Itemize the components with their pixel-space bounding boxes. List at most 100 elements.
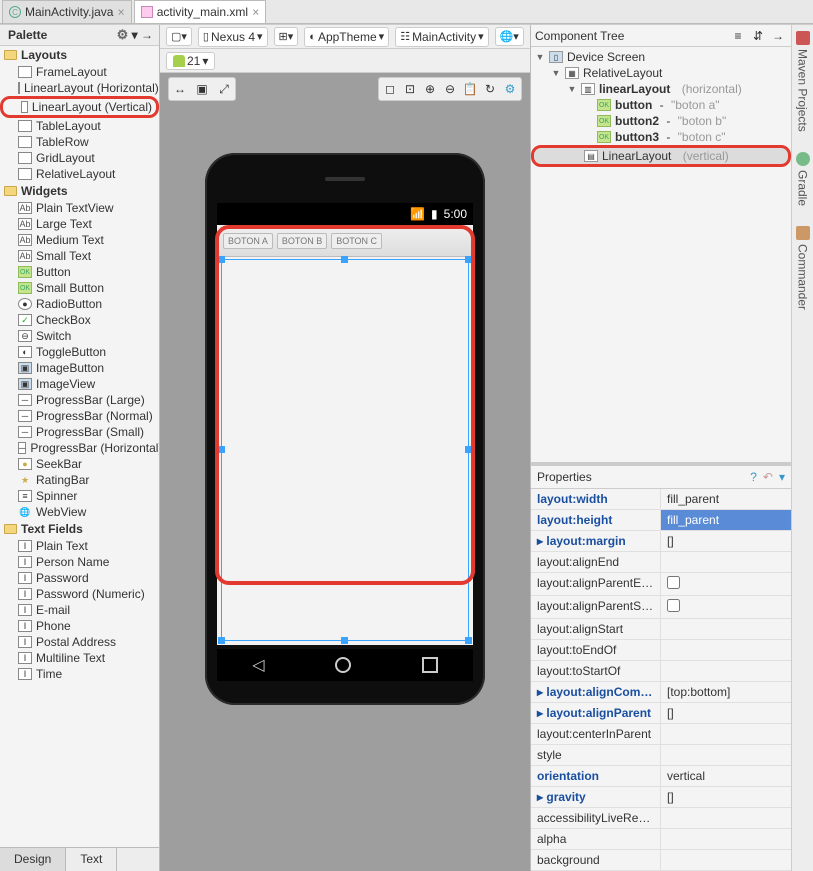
clipboard-icon[interactable]: 📋 <box>461 80 479 98</box>
property-value[interactable]: [top:bottom] <box>661 682 791 703</box>
locale-button[interactable]: 🌐▾ <box>495 27 524 46</box>
config-button[interactable]: ⊞▾ <box>274 27 299 46</box>
property-value[interactable] <box>661 619 791 640</box>
property-key[interactable]: ▸ layout:alignParent <box>531 703 661 724</box>
orientation-button[interactable]: ▢▾ <box>166 27 192 46</box>
palette-item[interactable]: ★RatingBar <box>0 472 159 488</box>
palette-item[interactable]: ≡Spinner <box>0 488 159 504</box>
tree-node-linearlayout-vertical[interactable]: ▤LinearLayout (vertical) <box>531 145 791 167</box>
palette-item[interactable]: ─ProgressBar (Horizontal) <box>0 440 159 456</box>
device-selector[interactable]: ▯ Nexus 4 ▾ <box>198 27 268 47</box>
resize-handle[interactable] <box>218 637 225 644</box>
palette-item[interactable]: ✓CheckBox <box>0 312 159 328</box>
property-checkbox[interactable] <box>667 576 680 589</box>
filter-icon[interactable]: ▾ <box>779 470 785 484</box>
palette-item-linearlayout-horizontal[interactable]: LinearLayout (Horizontal) <box>0 80 159 96</box>
section-layouts[interactable]: Layouts <box>0 46 159 64</box>
property-key[interactable]: layout:width <box>531 489 661 510</box>
property-value[interactable]: [] <box>661 531 791 552</box>
palette-item[interactable]: OKSmall Button <box>0 280 159 296</box>
tree-node-relativelayout[interactable]: ▼▦RelativeLayout <box>531 65 791 81</box>
property-checkbox[interactable] <box>667 599 680 612</box>
gear-icon[interactable]: ⚙ <box>117 27 129 42</box>
palette-item[interactable]: 🌐WebView <box>0 504 159 520</box>
tab-mainactivity[interactable]: C MainActivity.java × <box>2 0 132 23</box>
select-tool-icon[interactable]: ▣ <box>193 80 211 98</box>
resize-handle[interactable] <box>465 637 472 644</box>
palette-item-tablerow[interactable]: TableRow <box>0 134 159 150</box>
palette-item[interactable]: AbLarge Text <box>0 216 159 232</box>
section-widgets[interactable]: Widgets <box>0 182 159 200</box>
palette-item-tablelayout[interactable]: TableLayout <box>0 118 159 134</box>
property-value[interactable] <box>661 808 791 829</box>
property-key[interactable]: ▸ layout:alignComponent <box>531 682 661 703</box>
section-textfields[interactable]: Text Fields <box>0 520 159 538</box>
property-key[interactable]: accessibilityLiveRegion <box>531 808 661 829</box>
palette-item[interactable]: ─ProgressBar (Small) <box>0 424 159 440</box>
settings-gear-icon[interactable]: ⚙ <box>501 80 519 98</box>
tree-node-button[interactable]: OKbutton - "boton a" <box>531 97 791 113</box>
collapse-all-icon[interactable]: ⇵ <box>749 27 767 45</box>
palette-item-gridlayout[interactable]: GridLayout <box>0 150 159 166</box>
close-icon[interactable]: × <box>117 5 124 19</box>
palette-item[interactable]: IPhone <box>0 618 159 634</box>
property-key[interactable]: layout:toEndOf <box>531 640 661 661</box>
maven-tool-button[interactable]: Maven Projects <box>796 31 810 132</box>
help-icon[interactable]: ? <box>750 470 757 484</box>
palette-item[interactable]: ⊖Switch <box>0 328 159 344</box>
back-icon[interactable]: ◁ <box>252 655 264 675</box>
palette-item[interactable]: ◐ToggleButton <box>0 344 159 360</box>
tab-design[interactable]: Design <box>0 848 66 871</box>
activity-selector[interactable]: ☷ MainActivity ▾ <box>395 27 488 47</box>
hide-icon[interactable]: → <box>769 27 787 45</box>
palette-tree[interactable]: Layouts FrameLayout LinearLayout (Horizo… <box>0 46 159 847</box>
palette-item[interactable]: ITime <box>0 666 159 682</box>
palette-item[interactable]: IE-mail <box>0 602 159 618</box>
palette-item[interactable]: OKButton <box>0 264 159 280</box>
tree-node-device-screen[interactable]: ▼▯Device Screen <box>531 49 791 65</box>
palette-item[interactable]: ▣ImageView <box>0 376 159 392</box>
component-tree[interactable]: ▼▯Device Screen ▼▦RelativeLayout ▼▥linea… <box>531 47 791 462</box>
property-value[interactable] <box>661 829 791 850</box>
palette-item[interactable]: ●RadioButton <box>0 296 159 312</box>
palette-item[interactable]: ─ProgressBar (Normal) <box>0 408 159 424</box>
palette-item[interactable]: IPassword <box>0 570 159 586</box>
property-value[interactable]: [] <box>661 787 791 808</box>
property-key[interactable]: background <box>531 850 661 871</box>
gradle-tool-button[interactable]: Gradle <box>796 152 810 206</box>
property-value[interactable] <box>661 724 791 745</box>
property-key[interactable]: orientation <box>531 766 661 787</box>
zoom-fit-icon[interactable]: ◻ <box>381 80 399 98</box>
property-value[interactable] <box>661 552 791 573</box>
tree-node-linearlayout-horizontal[interactable]: ▼▥linearLayout (horizontal) <box>531 81 791 97</box>
property-value[interactable]: fill_parent <box>661 510 791 531</box>
palette-item[interactable]: AbPlain TextView <box>0 200 159 216</box>
commander-tool-button[interactable]: Commander <box>796 226 810 310</box>
palette-item[interactable]: ▣ImageButton <box>0 360 159 376</box>
property-key[interactable]: layout:toStartOf <box>531 661 661 682</box>
resize-handle[interactable] <box>341 637 348 644</box>
palette-item-framelayout[interactable]: FrameLayout <box>0 64 159 80</box>
close-icon[interactable]: × <box>252 5 259 19</box>
zoom-actual-icon[interactable]: ⊡ <box>401 80 419 98</box>
property-key[interactable]: layout:alignEnd <box>531 552 661 573</box>
property-value[interactable] <box>661 596 791 619</box>
palette-item[interactable]: IPassword (Numeric) <box>0 586 159 602</box>
undo-icon[interactable]: ↶ <box>763 470 773 484</box>
tab-text[interactable]: Text <box>66 848 117 871</box>
palette-item[interactable]: IPerson Name <box>0 554 159 570</box>
expand-tool-icon[interactable]: ⤢ <box>215 80 233 98</box>
design-canvas[interactable]: ↔ ▣ ⤢ ◻ ⊡ ⊕ ⊖ 📋 ↻ ⚙ 📶 ▮ 5:00 <box>160 73 530 871</box>
properties-grid[interactable]: layout:widthfill_parent layout:heightfil… <box>531 489 791 871</box>
property-key[interactable]: style <box>531 745 661 766</box>
palette-item[interactable]: IMultiline Text <box>0 650 159 666</box>
property-key[interactable]: layout:centerInParent <box>531 724 661 745</box>
api-level-selector[interactable]: 21▾ <box>166 52 215 70</box>
palette-item-relativelayout[interactable]: RelativeLayout <box>0 166 159 182</box>
theme-selector[interactable]: ◐ AppTheme ▾ <box>304 27 389 47</box>
property-value[interactable] <box>661 850 791 871</box>
property-value[interactable] <box>661 745 791 766</box>
tab-activity-main-xml[interactable]: activity_main.xml × <box>134 0 267 23</box>
dropdown-icon[interactable]: ▾ → <box>132 28 153 42</box>
palette-item[interactable]: AbSmall Text <box>0 248 159 264</box>
